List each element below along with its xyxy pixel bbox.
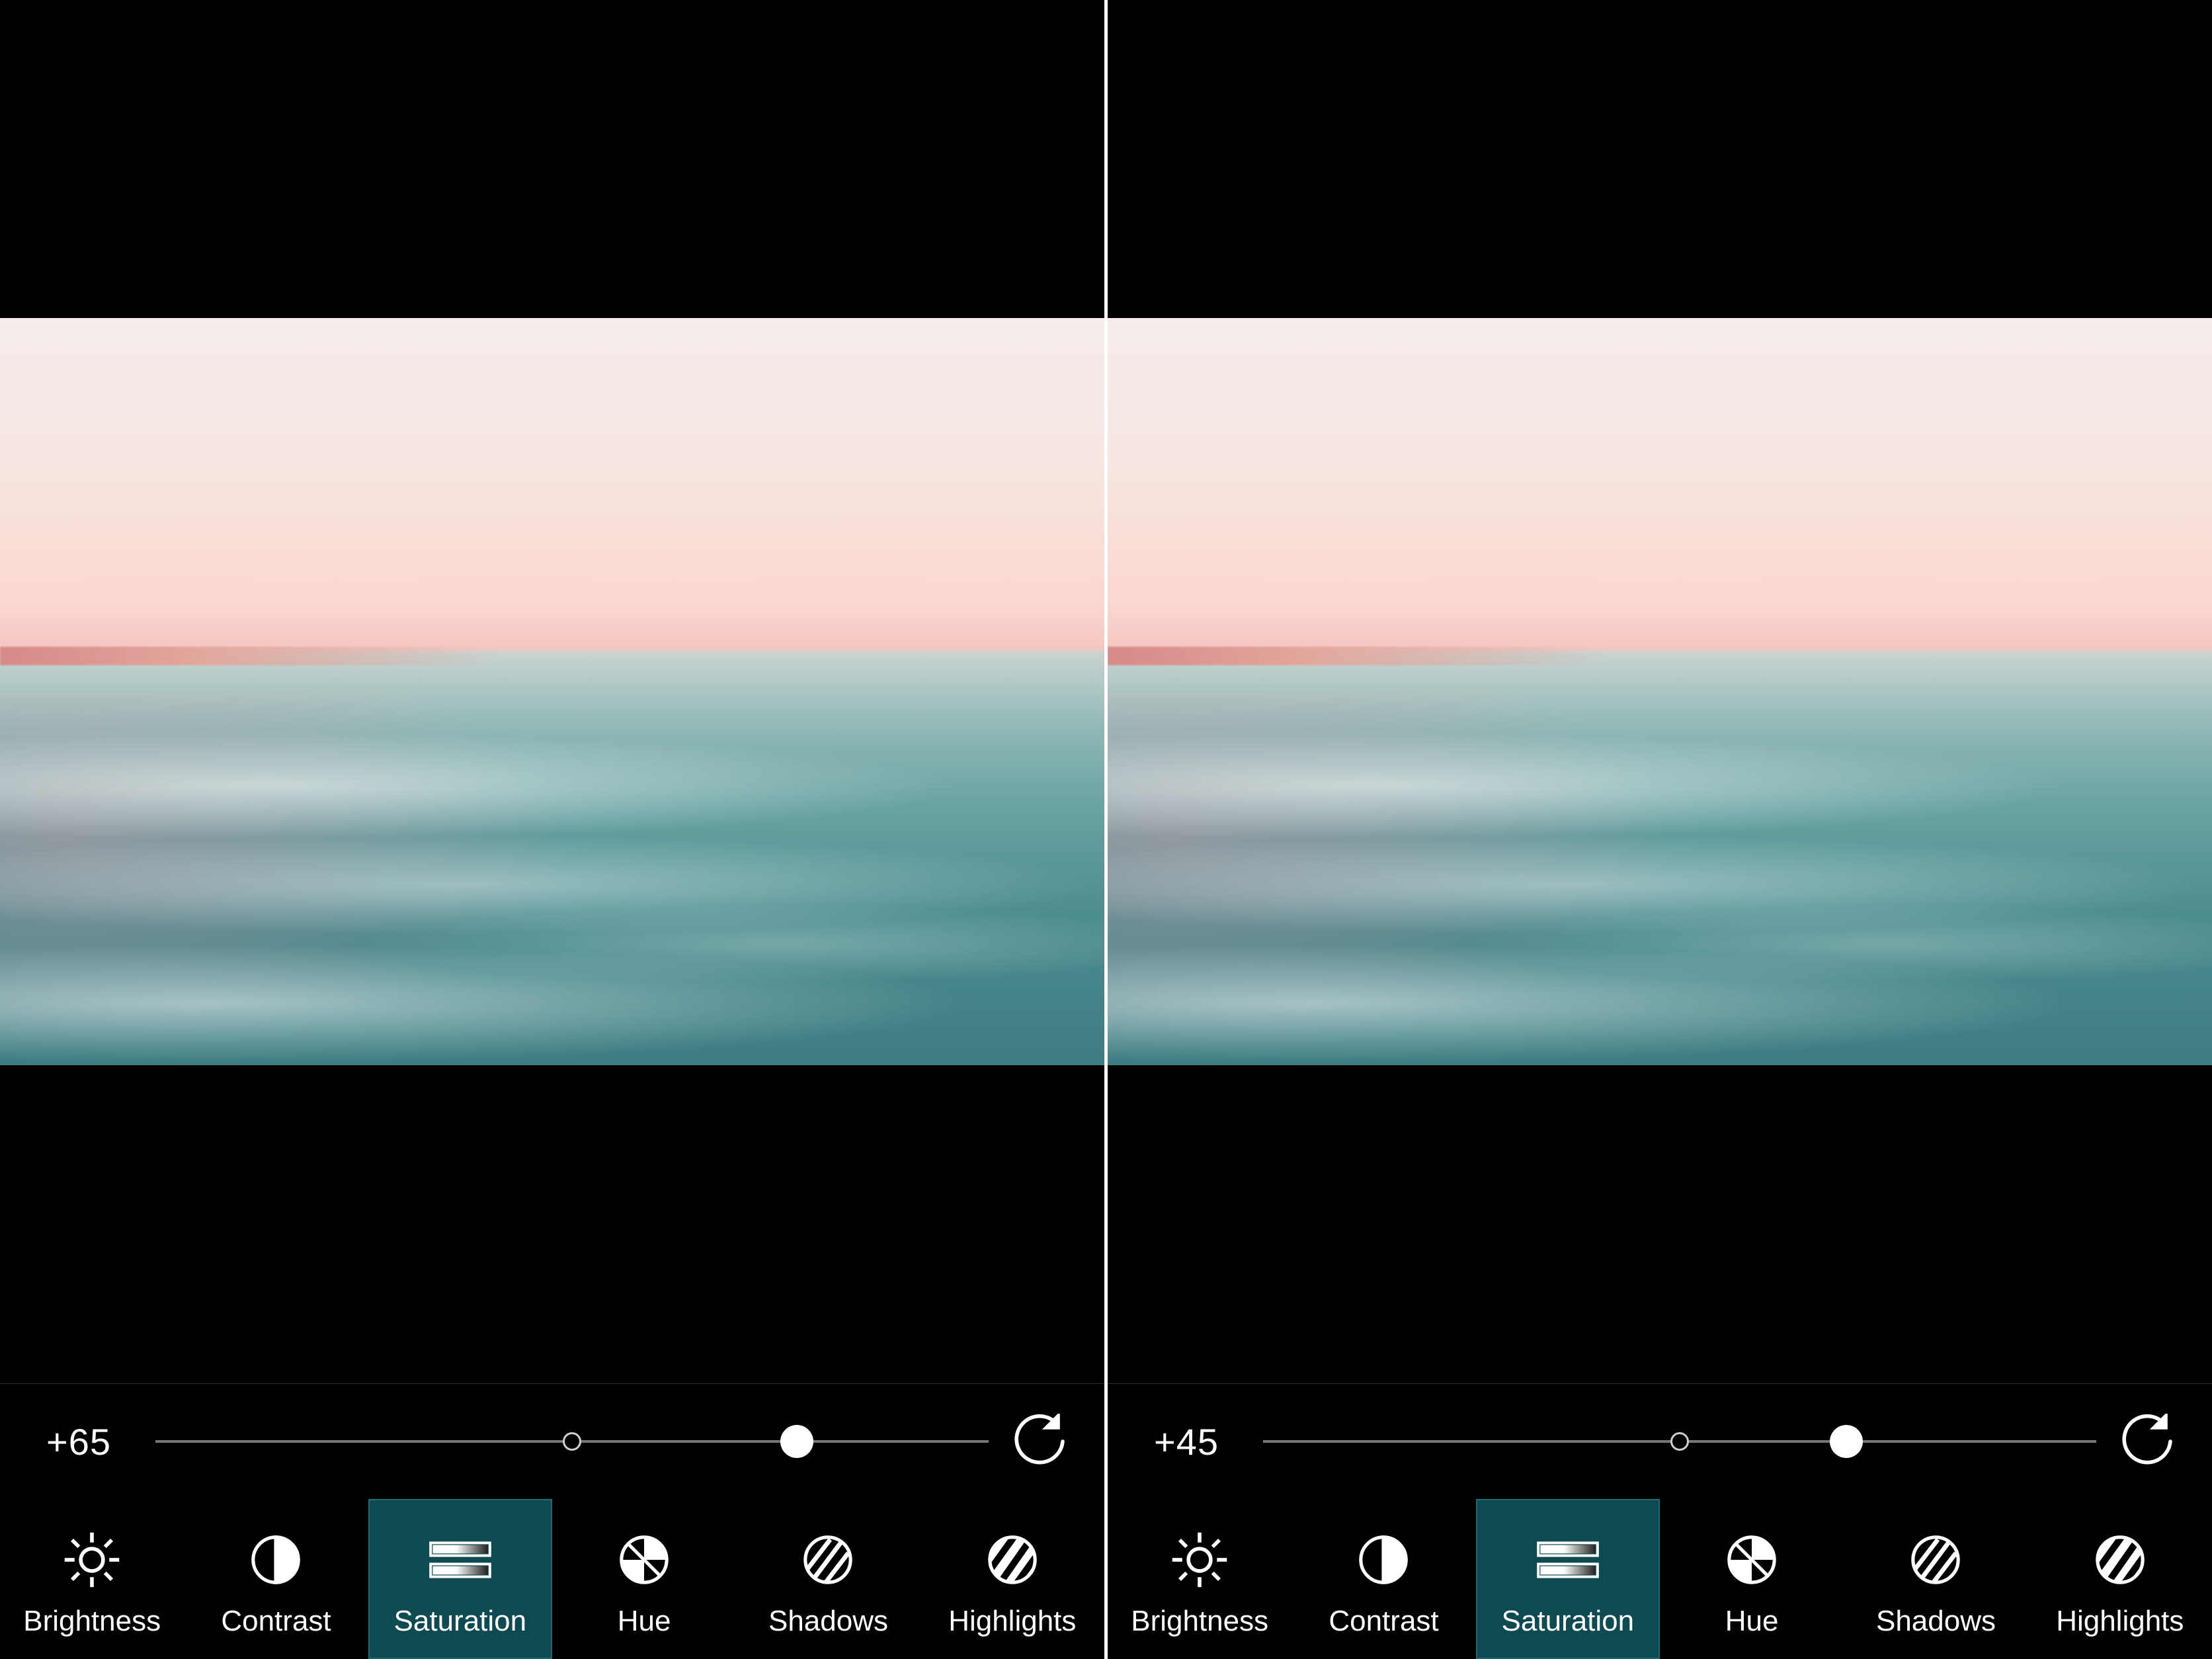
image-canvas[interactable] bbox=[0, 0, 1104, 1383]
reset-button[interactable] bbox=[2119, 1414, 2179, 1469]
hue-icon bbox=[1719, 1527, 1785, 1593]
saturation-icon bbox=[427, 1527, 493, 1593]
slider-thumb[interactable] bbox=[780, 1425, 813, 1458]
reset-button[interactable] bbox=[1012, 1414, 1071, 1469]
slider-center-marker bbox=[1670, 1432, 1689, 1451]
adjustment-slider[interactable] bbox=[155, 1422, 989, 1461]
preview-image bbox=[1108, 318, 2212, 1065]
tool-label: Shadows bbox=[768, 1605, 888, 1638]
tool-label: Hue bbox=[618, 1605, 671, 1638]
editor-panel-right: +45 bbox=[1108, 0, 2212, 1659]
tool-label: Brightness bbox=[23, 1605, 161, 1638]
tool-highlights[interactable]: Highlights bbox=[2028, 1499, 2212, 1659]
tool-highlights[interactable]: Highlights bbox=[921, 1499, 1104, 1659]
adjustment-slider-row: +65 bbox=[0, 1383, 1104, 1499]
hue-icon bbox=[611, 1527, 677, 1593]
editor-panel-left: +65 bbox=[0, 0, 1104, 1659]
tool-label: Hue bbox=[1725, 1605, 1779, 1638]
tool-label: Saturation bbox=[394, 1605, 527, 1638]
preview-image bbox=[0, 318, 1104, 1065]
tool-hue[interactable]: Hue bbox=[1660, 1499, 1844, 1659]
tool-brightness[interactable]: Brightness bbox=[1108, 1499, 1291, 1659]
slider-thumb[interactable] bbox=[1830, 1425, 1863, 1458]
adjustment-slider[interactable] bbox=[1263, 1422, 2096, 1461]
tool-saturation[interactable]: Saturation bbox=[1476, 1499, 1660, 1659]
reset-icon bbox=[1012, 1414, 1067, 1469]
tool-label: Brightness bbox=[1131, 1605, 1268, 1638]
adjustment-slider-row: +45 bbox=[1108, 1383, 2212, 1499]
tool-contrast[interactable]: Contrast bbox=[184, 1499, 368, 1659]
tool-label: Contrast bbox=[221, 1605, 331, 1638]
tool-label: Highlights bbox=[2056, 1605, 2184, 1638]
brightness-icon bbox=[1167, 1527, 1233, 1593]
adjustment-toolbar: Brightness Contrast bbox=[0, 1499, 1104, 1659]
slider-value-label: +65 bbox=[46, 1420, 132, 1463]
shadows-icon bbox=[1903, 1527, 1969, 1593]
tool-label: Saturation bbox=[1502, 1605, 1635, 1638]
slider-value-label: +45 bbox=[1154, 1420, 1240, 1463]
tool-saturation[interactable]: Saturation bbox=[368, 1499, 552, 1659]
reset-icon bbox=[2119, 1414, 2175, 1469]
highlights-icon bbox=[979, 1527, 1045, 1593]
brightness-icon bbox=[59, 1527, 125, 1593]
slider-center-marker bbox=[563, 1432, 581, 1451]
contrast-icon bbox=[1350, 1527, 1416, 1593]
saturation-icon bbox=[1535, 1527, 1601, 1593]
highlights-icon bbox=[2087, 1527, 2153, 1593]
tool-contrast[interactable]: Contrast bbox=[1291, 1499, 1475, 1659]
image-canvas[interactable] bbox=[1108, 0, 2212, 1383]
tool-hue[interactable]: Hue bbox=[552, 1499, 736, 1659]
tool-label: Highlights bbox=[948, 1605, 1076, 1638]
tool-label: Contrast bbox=[1329, 1605, 1438, 1638]
tool-shadows[interactable]: Shadows bbox=[736, 1499, 920, 1659]
tool-shadows[interactable]: Shadows bbox=[1844, 1499, 2028, 1659]
tool-brightness[interactable]: Brightness bbox=[0, 1499, 184, 1659]
contrast-icon bbox=[243, 1527, 309, 1593]
shadows-icon bbox=[795, 1527, 861, 1593]
adjustment-toolbar: Brightness Contrast bbox=[1108, 1499, 2212, 1659]
tool-label: Shadows bbox=[1876, 1605, 1996, 1638]
